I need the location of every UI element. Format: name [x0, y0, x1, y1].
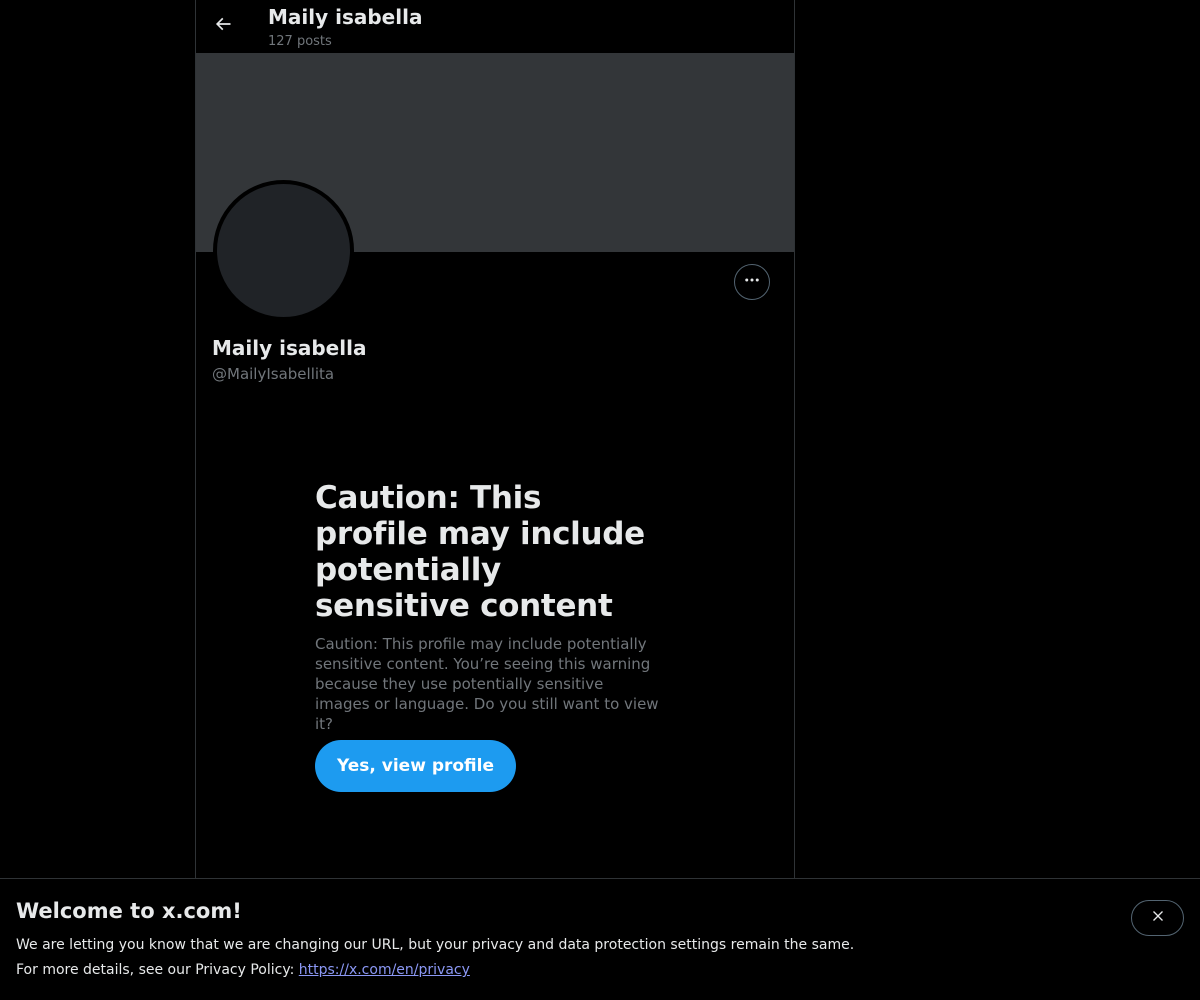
warning-text: Caution: This profile may include potent… [315, 635, 659, 733]
avatar[interactable] [213, 180, 354, 321]
view-profile-button[interactable]: Yes, view profile [315, 740, 516, 792]
ellipsis-icon [743, 271, 761, 293]
post-count: 127 posts [268, 34, 332, 49]
main-column: Maily isabella 127 posts Maily isabella … [195, 0, 795, 878]
notice-privacy-line: For more details, see our Privacy Policy… [16, 962, 470, 978]
sensitive-content-warning: Caution: This profile may include potent… [315, 480, 660, 734]
arrow-left-icon [213, 14, 233, 38]
url-change-notice: Welcome to x.com! We are letting you kno… [0, 878, 1200, 1000]
warning-title: Caution: This profile may include potent… [315, 480, 645, 624]
header-name: Maily isabella [268, 5, 423, 29]
close-notice-button[interactable] [1131, 900, 1184, 936]
back-button[interactable] [206, 9, 240, 43]
profile-name: Maily isabella [212, 336, 367, 360]
profile-handle: @MailyIsabellita [212, 365, 335, 383]
notice-privacy-prefix: For more details, see our Privacy Policy… [16, 962, 299, 978]
close-icon [1150, 908, 1166, 928]
more-options-button[interactable] [734, 264, 770, 300]
privacy-policy-link[interactable]: https://x.com/en/privacy [299, 962, 470, 978]
notice-title: Welcome to x.com! [16, 899, 242, 923]
notice-text: We are letting you know that we are chan… [16, 937, 855, 953]
top-bar: Maily isabella 127 posts [196, 0, 794, 53]
